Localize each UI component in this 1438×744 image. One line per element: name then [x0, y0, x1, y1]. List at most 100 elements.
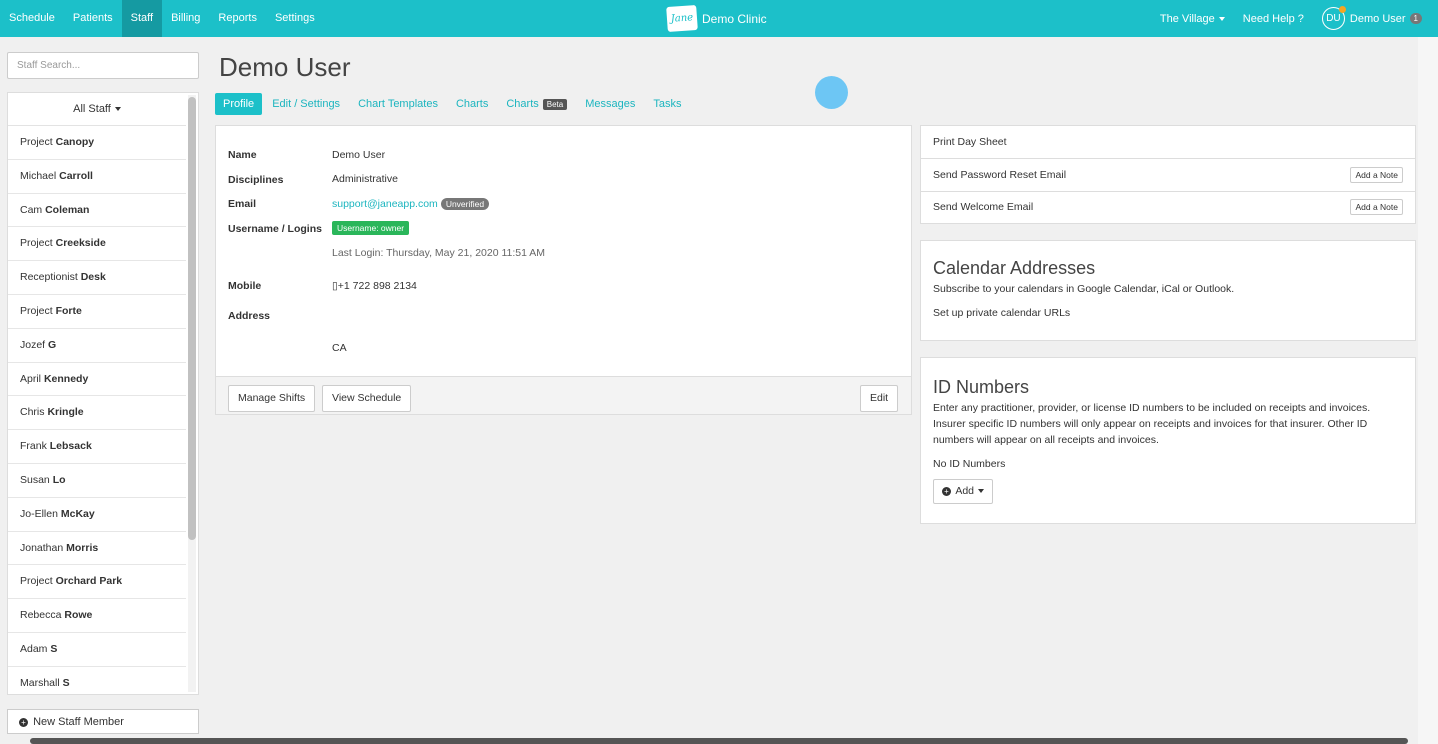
staff-first-name: Chris	[20, 406, 45, 419]
chevron-down-icon	[114, 107, 121, 112]
staff-list-item[interactable]: Jozef G	[8, 329, 186, 363]
tab-charts-beta[interactable]: Charts Beta	[498, 93, 575, 115]
password-reset-action[interactable]: Send Password Reset Email Add a Note	[921, 159, 1415, 192]
nav-patients[interactable]: Patients	[64, 0, 122, 37]
nav-billing[interactable]: Billing	[162, 0, 209, 37]
nav-settings[interactable]: Settings	[266, 0, 324, 37]
calendar-addresses-card: Calendar Addresses Subscribe to your cal…	[920, 240, 1416, 341]
staff-list-item[interactable]: Project Forte	[8, 295, 186, 329]
staff-last-name: Creekside	[55, 237, 106, 250]
staff-last-name: Kennedy	[43, 372, 89, 385]
tab-charts[interactable]: Charts	[448, 93, 496, 115]
avatar-initials: DU	[1326, 13, 1341, 24]
staff-last-name: Lo	[52, 473, 66, 486]
notification-dot-icon	[1338, 6, 1346, 13]
staff-list-item[interactable]: Cam Coleman	[8, 194, 186, 228]
calendar-urls-link[interactable]: Set up private calendar URLs	[933, 305, 1403, 321]
clinic-name: Demo Clinic	[702, 11, 767, 26]
staff-list-item[interactable]: Jonathan Morris	[8, 532, 186, 566]
page-scrollbar[interactable]	[1418, 37, 1438, 744]
disciplines-value: Administrative	[332, 173, 398, 185]
staff-last-name: S	[62, 676, 70, 689]
id-numbers-card: ID Numbers Enter any practitioner, provi…	[920, 357, 1416, 524]
profile-tabs: Profile Edit / Settings Chart Templates …	[215, 93, 692, 115]
user-menu[interactable]: Demo User	[1350, 13, 1406, 25]
staff-list-item[interactable]: Frank Lebsack	[8, 430, 186, 464]
staff-actions-card: Print Day Sheet Send Password Reset Emai…	[920, 125, 1416, 224]
add-note-button[interactable]: Add a Note	[1350, 199, 1403, 215]
new-staff-member-button[interactable]: + New Staff Member	[7, 709, 199, 734]
staff-list-item[interactable]: Rebecca Rowe	[8, 599, 186, 633]
mobile-field: ▯+1 722 898 2134	[332, 280, 417, 292]
staff-first-name: Jozef	[20, 338, 46, 351]
id-numbers-title: ID Numbers	[933, 377, 1030, 397]
tab-chart-templates[interactable]: Chart Templates	[350, 93, 446, 115]
staff-search-input[interactable]	[7, 52, 199, 79]
profile-card-footer: Manage Shifts View Schedule Edit	[216, 376, 911, 414]
staff-list-item[interactable]: Susan Lo	[8, 464, 186, 498]
edit-button[interactable]: Edit	[860, 385, 899, 412]
staff-first-name: Cam	[20, 203, 43, 216]
welcome-email-action[interactable]: Send Welcome Email Add a Note	[921, 191, 1415, 224]
address-label: Address	[228, 310, 271, 322]
staff-list-item[interactable]: Adam S	[8, 633, 186, 667]
tab-tasks[interactable]: Tasks	[645, 93, 689, 115]
staff-list-item[interactable]: April Kennedy	[8, 363, 186, 397]
email-label: Email	[228, 198, 257, 210]
address-value: CA	[332, 342, 347, 354]
calendar-description: Subscribe to your calendars in Google Ca…	[933, 283, 1235, 295]
tab-messages[interactable]: Messages	[577, 93, 643, 115]
staff-last-name: Rowe	[64, 609, 93, 622]
staff-last-name: G	[48, 338, 57, 351]
action-label: Send Welcome Email	[933, 201, 1034, 213]
staff-first-name: Jo-Ellen	[20, 507, 58, 520]
staff-first-name: Project	[20, 575, 53, 588]
plus-circle-icon: +	[942, 486, 951, 496]
staff-first-name: Project	[20, 237, 53, 250]
horizontal-scrollbar[interactable]	[30, 738, 1408, 744]
add-id-number-button[interactable]: + Add	[933, 479, 994, 504]
staff-list-item[interactable]: Jo-Ellen McKay	[8, 498, 186, 532]
staff-last-name: Orchard Park	[55, 575, 123, 588]
staff-list-item[interactable]: Project Canopy	[8, 126, 186, 160]
staff-last-name: McKay	[60, 507, 95, 520]
view-schedule-button[interactable]: View Schedule	[322, 385, 412, 412]
email-link[interactable]: support@janeapp.com	[332, 198, 438, 210]
username-field: Username: owner	[332, 221, 410, 235]
staff-list-item[interactable]: Michael Carroll	[8, 160, 186, 194]
staff-list-item[interactable]: Marshall S	[8, 667, 186, 694]
staff-first-name: Project	[20, 304, 53, 317]
chevron-down-icon	[978, 489, 985, 494]
tab-charts-beta-label: Charts	[506, 98, 539, 110]
staff-filter-label: All Staff	[73, 103, 111, 115]
calendar-title: Calendar Addresses	[933, 258, 1096, 278]
location-dropdown[interactable]: The Village	[1160, 13, 1225, 25]
id-numbers-description: Enter any practitioner, provider, or lic…	[933, 402, 1371, 446]
nav-reports[interactable]: Reports	[209, 0, 266, 37]
staff-list-item[interactable]: Chris Kringle	[8, 396, 186, 431]
print-day-sheet-action[interactable]: Print Day Sheet	[921, 126, 1415, 159]
disciplines-label: Disciplines	[228, 174, 284, 186]
notification-count-badge[interactable]: 1	[1409, 13, 1422, 24]
tab-profile[interactable]: Profile	[215, 93, 263, 115]
nav-schedule[interactable]: Schedule	[0, 0, 64, 37]
id-numbers-empty: No ID Numbers	[933, 458, 1006, 470]
new-staff-label: New Staff Member	[33, 716, 124, 728]
manage-shifts-button[interactable]: Manage Shifts	[228, 385, 316, 412]
tab-edit-settings[interactable]: Edit / Settings	[264, 93, 348, 115]
staff-first-name: Frank	[20, 440, 47, 453]
avatar[interactable]: DU	[1321, 6, 1346, 30]
staff-filter-dropdown[interactable]: All Staff	[8, 93, 186, 126]
brand[interactable]: Jane Demo Clinic	[666, 4, 767, 33]
staff-list-item[interactable]: Receptionist Desk	[8, 261, 186, 295]
nav-staff[interactable]: Staff	[121, 0, 163, 37]
name-value: Demo User	[332, 149, 386, 161]
staff-list-scroll-thumb[interactable]	[188, 97, 196, 540]
help-link[interactable]: Need Help ?	[1243, 13, 1304, 25]
staff-list-item[interactable]: Project Creekside	[8, 227, 186, 262]
staff-last-name: S	[50, 642, 58, 655]
staff-first-name: Project	[20, 136, 53, 148]
add-note-button[interactable]: Add a Note	[1350, 167, 1403, 183]
plus-circle-icon: +	[19, 717, 28, 727]
staff-list-item[interactable]: Project Orchard Park	[8, 565, 186, 600]
